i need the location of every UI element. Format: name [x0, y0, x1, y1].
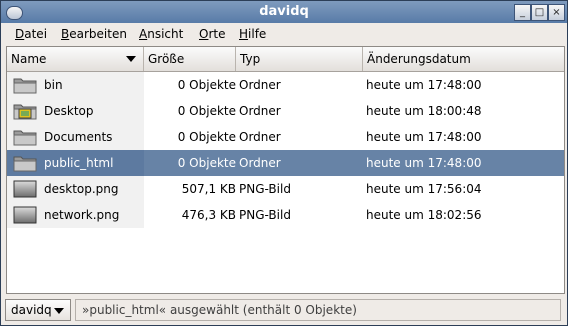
- column-type-label: Typ: [240, 52, 261, 66]
- menu-bearbeiten[interactable]: Bearbeiten: [61, 27, 127, 41]
- column-header-type[interactable]: Typ: [236, 47, 363, 71]
- dropdown-arrow-icon: [54, 308, 64, 314]
- file-type: Ordner: [239, 78, 281, 92]
- location-dropdown[interactable]: davidq: [5, 299, 71, 321]
- file-type: PNG-Bild: [239, 182, 291, 196]
- desktop-folder-icon: [13, 102, 37, 120]
- menu-bar: Datei Bearbeiten Ansicht Orte Hilfe: [1, 23, 567, 45]
- menu-datei-mnemonic: D: [15, 27, 25, 41]
- file-name: desktop.png: [44, 182, 119, 196]
- file-name: network.png: [44, 208, 120, 222]
- status-message: »public_html« ausgewählt (enthält 0 Obje…: [75, 299, 561, 321]
- column-date-label: Änderungsdatum: [367, 52, 471, 66]
- menu-bearbeiten-rest: earbeiten: [69, 27, 127, 41]
- file-size: 0 Objekte: [177, 130, 236, 144]
- menu-hilfe-mnemonic: H: [239, 27, 249, 41]
- folder-icon: [13, 128, 37, 146]
- folder-icon: [13, 154, 37, 172]
- file-type: Ordner: [239, 130, 281, 144]
- menu-datei-rest: atei: [24, 27, 48, 41]
- file-date: heute um 17:48:00: [366, 156, 482, 170]
- menu-ansicht-rest: nsicht: [147, 27, 184, 41]
- column-size-label: Größe: [148, 52, 185, 66]
- image-file-icon: [13, 180, 37, 198]
- file-size: 0 Objekte: [177, 78, 236, 92]
- file-date: heute um 17:48:00: [366, 78, 482, 92]
- list-header: Name Größe Typ Änderungsdatum: [7, 47, 564, 72]
- file-name-cell: network.png: [7, 202, 144, 228]
- file-row[interactable]: network.png 476,3 KB PNG-Bild heute um 18:0…: [7, 202, 564, 228]
- file-name-cell: Documents: [7, 124, 144, 150]
- file-row[interactable]: desktop.png 507,1 KB PNG-Bild heute um 17:5…: [7, 176, 564, 202]
- file-manager-window: davidq _ □ × Datei Bearbeiten Ansicht Or…: [0, 0, 568, 326]
- file-name: bin: [44, 78, 63, 92]
- file-name-cell: desktop.png: [7, 176, 144, 202]
- file-row[interactable]: bin 0 Objekte Ordner heute um 17:48:00: [7, 72, 564, 98]
- file-name: Documents: [44, 130, 113, 144]
- folder-icon: [13, 76, 37, 94]
- menu-orte-rest: rte: [208, 27, 226, 41]
- file-row[interactable]: Documents 0 Objekte Ordner heute um 17:48:0…: [7, 124, 564, 150]
- menu-ansicht[interactable]: Ansicht: [139, 27, 183, 41]
- file-name: Desktop: [44, 104, 94, 118]
- sort-descending-icon: [126, 56, 136, 62]
- file-list[interactable]: Name Größe Typ Änderungsdatum bin 0 Objek…: [6, 46, 565, 294]
- file-name: public_html: [44, 156, 114, 170]
- file-date: heute um 17:48:00: [366, 130, 482, 144]
- title-bar[interactable]: davidq _ □ ×: [1, 1, 567, 23]
- file-name-cell: bin: [7, 72, 144, 98]
- file-row[interactable]: Desktop 0 Objekte Ordner heute um 18:00:48: [7, 98, 564, 124]
- column-header-date[interactable]: Änderungsdatum: [363, 47, 564, 71]
- image-file-icon: [13, 206, 37, 224]
- window-title: davidq: [259, 4, 309, 19]
- status-bar: davidq »public_html« ausgewählt (enthält…: [1, 297, 567, 325]
- maximize-icon[interactable]: □: [531, 4, 548, 21]
- file-name-cell: Desktop: [7, 98, 144, 124]
- file-size: 476,3 KB: [181, 208, 236, 222]
- menu-bearbeiten-mnemonic: B: [61, 27, 70, 41]
- column-header-size[interactable]: Größe: [144, 47, 236, 71]
- column-header-name[interactable]: Name: [7, 47, 144, 71]
- file-row[interactable]: public_html 0 Objekte Ordner heute um 17:48…: [7, 150, 564, 176]
- file-type: Ordner: [239, 104, 281, 118]
- file-size: 0 Objekte: [177, 104, 236, 118]
- file-size: 0 Objekte: [177, 156, 236, 170]
- file-date: heute um 18:00:48: [366, 104, 482, 118]
- column-name-label: Name: [11, 52, 47, 66]
- file-name-cell: public_html: [7, 150, 144, 176]
- file-size: 507,1 KB: [181, 182, 236, 196]
- file-type: Ordner: [239, 156, 281, 170]
- location-label: davidq: [11, 303, 52, 317]
- menu-hilfe-rest: ilfe: [248, 27, 267, 41]
- menu-orte[interactable]: Orte: [199, 27, 225, 41]
- close-icon[interactable]: ×: [548, 4, 565, 21]
- menu-datei[interactable]: Datei: [15, 27, 47, 41]
- menu-ansicht-mnemonic: A: [139, 27, 148, 41]
- menu-hilfe[interactable]: Hilfe: [239, 27, 266, 41]
- file-type: PNG-Bild: [239, 208, 291, 222]
- minimize-icon[interactable]: _: [514, 4, 531, 21]
- file-date: heute um 17:56:04: [366, 182, 482, 196]
- file-date: heute um 18:02:56: [366, 208, 482, 222]
